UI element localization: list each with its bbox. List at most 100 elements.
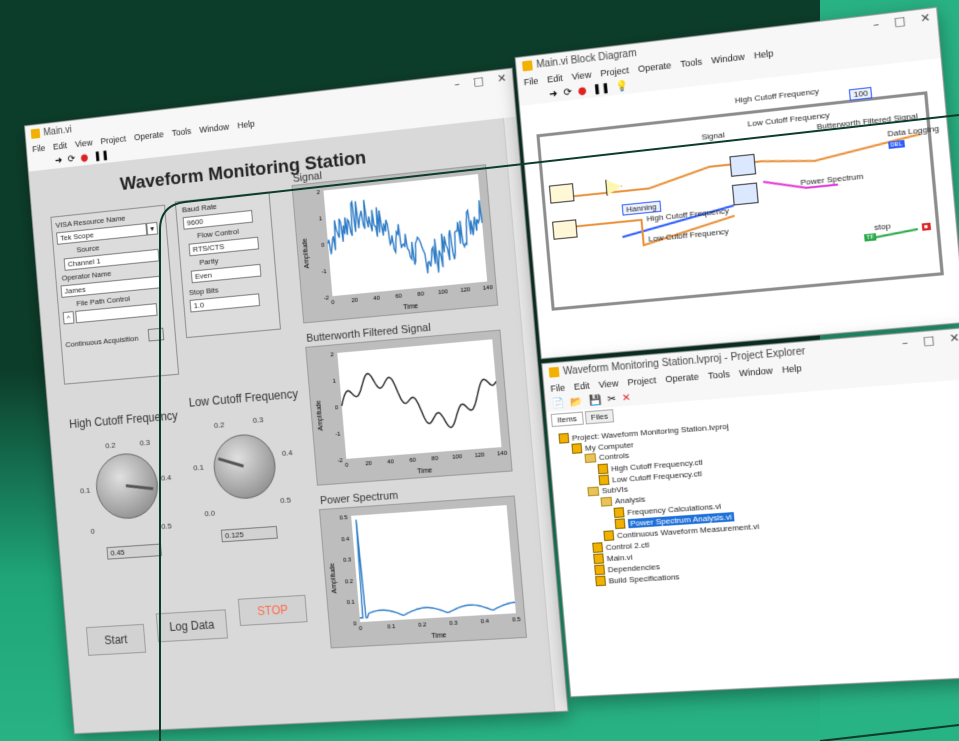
stop-bits-field[interactable]: 1.0 xyxy=(189,293,261,313)
high-tick-05: 0.5 xyxy=(160,521,172,531)
signal-x-tick-1: 20 xyxy=(351,298,358,305)
tab-items[interactable]: Items xyxy=(550,411,584,428)
abort-icon[interactable]: ● xyxy=(80,152,89,163)
folder-icon xyxy=(584,453,597,464)
menu-help[interactable]: Help xyxy=(754,48,774,61)
stop-terminal[interactable]: TF xyxy=(864,233,877,242)
abort-icon[interactable]: ● xyxy=(577,85,587,97)
signal-x-tick-5: 100 xyxy=(438,289,448,296)
close-icon[interactable]: ✕ xyxy=(497,71,507,85)
browse-folder-button[interactable]: ^ xyxy=(62,311,75,325)
low-tick-05: 0.5 xyxy=(279,495,292,506)
tab-files[interactable]: Files xyxy=(584,409,615,425)
menu-edit[interactable]: Edit xyxy=(547,73,563,85)
signal-y-tick-0: 2 xyxy=(316,190,320,196)
menu-tools[interactable]: Tools xyxy=(680,57,703,70)
filter-subvi-node[interactable] xyxy=(729,153,757,177)
menu-project[interactable]: Project xyxy=(100,134,126,146)
tree-item-label: Project: Waveform Monitoring Station.lvp… xyxy=(571,421,730,443)
tree-item[interactable]: Analysis xyxy=(600,494,646,507)
menu-tools[interactable]: Tools xyxy=(171,126,191,138)
power-x-tick-1: 0.1 xyxy=(387,624,396,631)
menu-project[interactable]: Project xyxy=(600,65,629,78)
screenshot-stage: Main.vi – □ ✕ File Edit View Project Ope… xyxy=(0,0,959,741)
menu-edit[interactable]: Edit xyxy=(53,141,68,152)
pause-icon[interactable]: ❚❚ xyxy=(93,150,109,162)
tree-item-label: Control 2.ctl xyxy=(605,539,650,552)
pause-icon[interactable]: ❚❚ xyxy=(592,82,610,95)
minimize-icon[interactable]: – xyxy=(872,17,879,31)
menu-file[interactable]: File xyxy=(32,143,46,154)
cut-icon[interactable]: ✂ xyxy=(607,393,616,405)
close-icon[interactable]: ✕ xyxy=(920,11,931,26)
menu-edit[interactable]: Edit xyxy=(574,381,590,392)
butterworth-y-tick-2: 0 xyxy=(335,405,339,411)
butterworth-x-tick-6: 120 xyxy=(474,452,484,459)
butterworth-y-tick-4: -2 xyxy=(337,458,343,464)
signal-ylabel: Amplitude xyxy=(302,238,311,269)
minimize-icon[interactable]: – xyxy=(454,77,460,91)
run-continuous-icon[interactable]: ⟳ xyxy=(67,154,75,165)
maximize-icon[interactable]: □ xyxy=(922,333,935,348)
tree-item[interactable]: Controls xyxy=(584,450,630,464)
stop-condition-icon[interactable]: ■ xyxy=(921,222,931,231)
spectrum-subvi-node[interactable] xyxy=(731,182,759,206)
file-icon xyxy=(571,443,583,454)
run-arrow-icon[interactable]: ➜ xyxy=(549,88,558,100)
menu-file[interactable]: File xyxy=(550,383,565,394)
file-icon xyxy=(613,507,625,518)
signal-source-node-2[interactable] xyxy=(552,219,578,240)
butterworth-x-tick-7: 140 xyxy=(497,451,507,458)
menu-view[interactable]: View xyxy=(571,70,591,82)
butterworth-y-tick-3: -1 xyxy=(335,432,341,438)
tree-item[interactable]: Control 2.ctl xyxy=(592,539,650,553)
open-folder-icon[interactable]: 📂 xyxy=(570,396,583,408)
menu-project[interactable]: Project xyxy=(627,375,656,387)
minimize-icon[interactable]: – xyxy=(901,335,908,349)
power-y-tick-4: 0.1 xyxy=(346,600,354,607)
tree-item[interactable]: SubVIs xyxy=(587,484,628,497)
signal-source-node-1[interactable] xyxy=(548,183,575,204)
log-data-button[interactable]: Log Data xyxy=(155,609,229,643)
menu-help[interactable]: Help xyxy=(782,363,802,375)
tree-item-label: Controls xyxy=(598,450,630,463)
menu-view[interactable]: View xyxy=(598,378,618,390)
maximize-icon[interactable]: □ xyxy=(473,74,484,88)
butterworth-y-tick-1: 1 xyxy=(332,379,336,385)
save-icon[interactable]: 💾 xyxy=(588,394,602,406)
power-y-tick-3: 0.2 xyxy=(345,579,353,586)
menu-help[interactable]: Help xyxy=(237,119,255,131)
front-panel-canvas: Waveform Monitoring Station VISA Resourc… xyxy=(28,117,556,734)
run-arrow-icon[interactable]: ➜ xyxy=(54,155,62,166)
butterworth-xlabel: Time xyxy=(417,467,433,475)
maximize-icon[interactable]: □ xyxy=(893,14,905,29)
highlight-execution-icon[interactable]: 💡 xyxy=(615,80,629,93)
window-controls: – □ ✕ xyxy=(454,71,507,90)
new-file-icon[interactable]: 📄 xyxy=(551,397,564,409)
menu-tools[interactable]: Tools xyxy=(708,369,731,381)
menu-window[interactable]: Window xyxy=(739,365,773,378)
power-y-tick-2: 0.3 xyxy=(343,557,351,564)
delete-icon[interactable]: ✕ xyxy=(622,392,632,404)
menu-operate[interactable]: Operate xyxy=(665,372,699,385)
continuous-toggle[interactable] xyxy=(147,327,165,342)
close-icon[interactable]: ✕ xyxy=(949,331,959,345)
stop-button[interactable]: STOP xyxy=(237,594,308,627)
menu-file[interactable]: File xyxy=(523,76,538,88)
butterworth-chart-svg: Amplitude Time 2 1 0 -1 -2 0 20 40 60 80 100 120 14… xyxy=(315,339,507,475)
project-explorer-window: Waveform Monitoring Station.lvproj - Pro… xyxy=(541,327,959,698)
low-cutoff-knob[interactable] xyxy=(211,432,279,501)
folder-icon xyxy=(600,496,613,507)
low-cutoff-value[interactable]: 0.125 xyxy=(220,525,278,543)
file-icon xyxy=(594,564,606,576)
power-ylabel: Amplitude xyxy=(329,563,338,594)
start-button[interactable]: Start xyxy=(85,623,147,656)
run-continuous-icon[interactable]: ⟳ xyxy=(563,86,572,98)
high-cutoff-value[interactable]: 0.45 xyxy=(106,543,162,560)
menu-view[interactable]: View xyxy=(75,138,93,150)
block-diagram-canvas: High Cutoff Frequency Low Cutoff Frequen… xyxy=(519,58,959,359)
visa-dropdown-button[interactable]: ▾ xyxy=(146,221,159,236)
power-x-tick-3: 0.3 xyxy=(449,620,458,627)
baud-label: Baud Rate xyxy=(181,201,218,215)
signal-y-tick-2: 0 xyxy=(321,243,325,249)
